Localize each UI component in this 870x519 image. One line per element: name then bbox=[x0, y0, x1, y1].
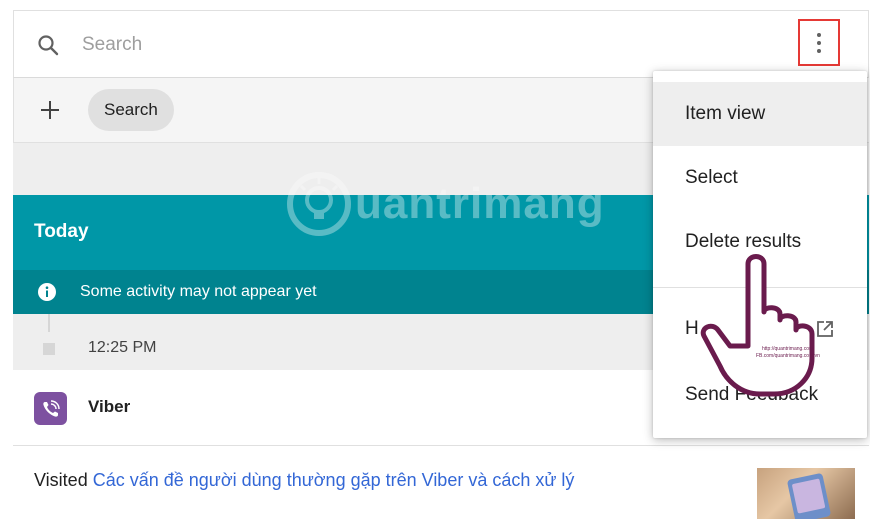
timestamp: 12:25 PM bbox=[88, 339, 157, 356]
viber-icon bbox=[34, 392, 67, 425]
menu-item-help-label: H bbox=[685, 318, 699, 339]
menu-item-select[interactable]: Select bbox=[653, 146, 867, 210]
add-icon[interactable] bbox=[38, 98, 62, 122]
section-title: Today bbox=[34, 221, 89, 242]
search-filter-chip[interactable]: Search bbox=[88, 89, 174, 131]
more-options-menu: Item view Select Delete results H Send F… bbox=[653, 71, 867, 438]
menu-item-help[interactable]: H bbox=[653, 297, 867, 361]
page-thumbnail[interactable] bbox=[757, 468, 855, 519]
phone-image bbox=[786, 472, 832, 519]
app-name: Viber bbox=[88, 397, 131, 416]
info-icon bbox=[38, 283, 56, 301]
visited-prefix: Visited bbox=[34, 470, 88, 490]
visited-entry: Visited Các vấn đề người dùng thường gặp… bbox=[34, 470, 574, 491]
search-bar bbox=[13, 10, 869, 78]
menu-item-item-view[interactable]: Item view bbox=[653, 82, 867, 146]
search-icon[interactable] bbox=[36, 33, 60, 57]
search-input[interactable] bbox=[82, 29, 682, 61]
more-options-button[interactable] bbox=[798, 19, 840, 66]
menu-item-delete-results[interactable]: Delete results bbox=[653, 210, 867, 274]
open-in-new-icon bbox=[817, 321, 833, 337]
menu-item-send-feedback[interactable]: Send Feedback bbox=[653, 363, 867, 427]
timeline-line bbox=[48, 314, 50, 332]
timeline-dot bbox=[43, 343, 55, 355]
visit-row: Visited Các vấn đề người dùng thường gặp… bbox=[13, 446, 869, 519]
more-vert-icon bbox=[817, 31, 821, 55]
menu-divider bbox=[653, 287, 867, 288]
visited-link[interactable]: Các vấn đề người dùng thường gặp trên Vi… bbox=[93, 470, 575, 490]
notice-text: Some activity may not appear yet bbox=[80, 283, 317, 300]
